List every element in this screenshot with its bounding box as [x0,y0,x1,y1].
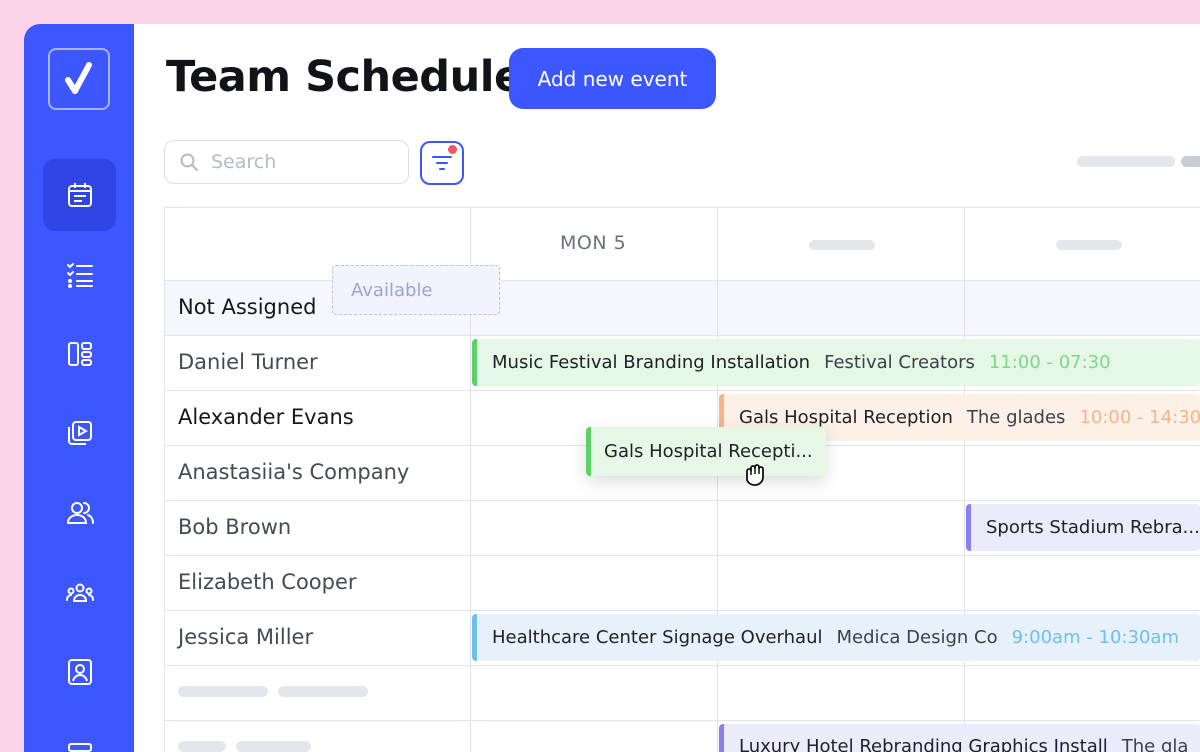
day-header-mon[interactable]: MON 5 [560,232,626,254]
event-title: Gals Hospital Reception [739,407,953,428]
placeholder-bar [178,741,226,752]
row-label: Anastasiia's Company [178,460,410,484]
event-client: Festival Creators [824,352,975,373]
schedule-grid: MON 5 Not Assigned Daniel Turner Alexand… [164,207,1200,752]
column-divider [717,208,718,752]
row-label: Jessica Miller [178,625,314,649]
calendar-icon [67,183,92,207]
layout-icon [67,342,92,366]
placeholder-bar [278,686,368,697]
filter-icon [432,156,452,170]
placeholder-bar [1181,156,1200,167]
row-label: Daniel Turner [178,350,318,374]
sidebar-item-media[interactable] [43,397,116,469]
dragging-event-card[interactable]: Gals Hospital Recepti... [586,427,826,476]
placeholder-bar [236,741,311,752]
filter-button[interactable] [420,141,464,185]
event-client: Medica Design Co [836,627,998,648]
event-client: The gla [1121,736,1189,752]
event-card[interactable]: Luxury Hotel Rebranding Graphics Install… [719,724,1200,752]
event-card[interactable]: Sports Stadium Rebra... [966,504,1200,551]
video-library-icon [67,421,92,445]
app-logo[interactable] [48,48,110,110]
users-icon [66,502,94,524]
row-label: Elizabeth Cooper [178,570,357,594]
event-time: 11:00 - 07:30 [988,352,1111,373]
add-event-button[interactable]: Add new event [509,48,716,109]
event-time: 9:00am - 10:30am [1011,627,1179,648]
contact-card-icon [67,659,92,685]
event-time: 10:00 - 14:30 [1079,407,1200,428]
search-box[interactable] [164,140,409,184]
event-card[interactable]: Music Festival Branding Installation Fes… [472,339,1200,386]
table-row [165,666,1200,721]
checklist-icon [66,263,93,288]
available-slot[interactable]: Available [332,265,500,315]
row-label: Alexander Evans [178,405,354,429]
row-label: Bob Brown [178,515,292,539]
sidebar-item-contacts[interactable] [43,636,116,708]
page-title: Team Schedule [166,52,523,102]
team-icon [65,583,94,602]
notification-dot [448,145,457,154]
event-title: Luxury Hotel Rebranding Graphics Install [739,736,1108,752]
sidebar-item-users[interactable] [43,477,116,549]
event-title: Healthcare Center Signage Overhaul [492,627,823,648]
column-divider [964,208,965,752]
table-row: Not Assigned [165,281,1200,336]
app-window: Team Schedule Add new event MON 5 Not As… [24,24,1200,752]
event-card[interactable]: Healthcare Center Signage Overhaul Medic… [472,614,1200,661]
row-label: Not Assigned [178,295,317,319]
placeholder-bar [1077,156,1175,167]
event-title: Music Festival Branding Installation [492,352,811,373]
grid-header-row: MON 5 [165,208,1200,281]
sidebar-item-archive[interactable] [43,714,116,752]
search-input[interactable] [211,151,391,173]
sidebar-item-boards[interactable] [43,318,116,390]
table-row: Elizabeth Cooper [165,556,1200,611]
sidebar-item-calendar[interactable] [43,159,116,231]
sidebar [24,24,134,752]
grab-cursor-icon [746,464,764,486]
checkmark-logo-icon [65,62,92,94]
sidebar-item-teams[interactable] [43,557,116,629]
placeholder-bar [178,686,268,697]
event-client: The glades [966,407,1066,428]
day-header-placeholder [809,240,875,250]
day-header-placeholder [1056,240,1122,250]
search-icon [180,153,198,171]
stack-icon [67,743,92,752]
sidebar-item-tasks[interactable] [43,238,116,310]
event-title: Sports Stadium Rebra... [986,517,1200,538]
